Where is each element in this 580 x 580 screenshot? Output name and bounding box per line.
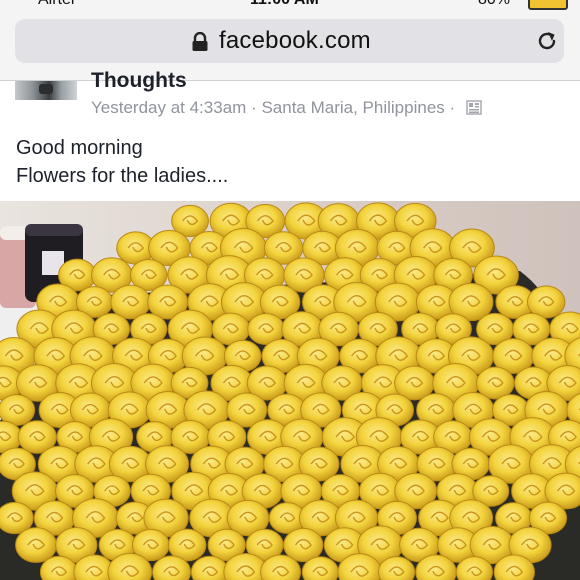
post-author[interactable]: Thoughts — [91, 69, 187, 93]
post-timestamp[interactable]: Yesterday at 4:33am — [91, 98, 246, 117]
lock-icon — [192, 32, 208, 51]
meta-separator: · — [251, 98, 257, 117]
browser-toolbar: facebook.com — [0, 10, 580, 81]
carrier-label: Airtel — [38, 0, 74, 9]
post-photo[interactable] — [0, 201, 580, 580]
battery-icon — [528, 0, 568, 10]
meta-separator: · — [449, 98, 456, 117]
post-header: Thoughts Yesterday at 4:33am · Santa Mar… — [0, 69, 580, 126]
url-text: facebook.com — [219, 27, 371, 54]
post-text: Good morning Flowers for the ladies.... — [16, 134, 228, 190]
clock: 11:00 AM — [250, 0, 319, 9]
post-text-line: Flowers for the ladies.... — [16, 165, 229, 187]
status-bar: Airtel 11:00 AM 80% — [0, 0, 580, 10]
avatar[interactable] — [15, 81, 77, 100]
post-text-line: Good morning — [16, 137, 143, 159]
rose-head — [0, 394, 36, 426]
address-bar[interactable]: facebook.com — [15, 19, 564, 63]
photo-privacy-icon — [466, 100, 482, 115]
rose-head — [15, 527, 58, 563]
battery-percent: 80% — [478, 0, 510, 9]
post-meta: Yesterday at 4:33am · Santa Maria, Phili… — [91, 98, 482, 118]
reload-icon[interactable] — [535, 29, 559, 53]
roses-bouquet-image — [0, 201, 580, 580]
post-location[interactable]: Santa Maria, Philippines — [261, 98, 444, 117]
